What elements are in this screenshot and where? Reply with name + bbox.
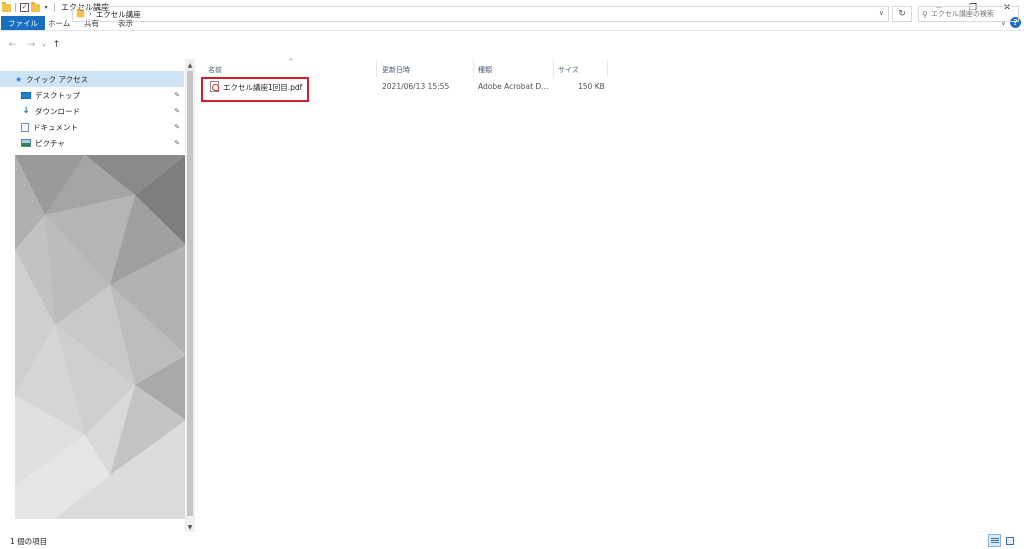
navigation-pane: ★ クイック アクセス デスクトップ ✎ ↓ ダウンロード ✎ ドキュメント ✎…	[0, 59, 195, 532]
navigation-pane-background-pattern	[15, 155, 186, 519]
scroll-up-icon[interactable]: ▲	[185, 60, 195, 70]
column-divider[interactable]	[376, 61, 377, 77]
address-bar[interactable]: › エクセル講座 ∨	[72, 6, 889, 22]
scroll-down-icon[interactable]: ▼	[185, 522, 195, 532]
breadcrumb-current[interactable]: エクセル講座	[96, 9, 141, 20]
scrollbar-thumb[interactable]	[187, 71, 193, 516]
column-header-type[interactable]: 種類	[478, 63, 492, 76]
item-count: 1 個の項目	[10, 537, 48, 546]
refresh-icon: ↻	[898, 9, 906, 19]
status-bar: 1 個の項目	[0, 532, 1024, 549]
pin-icon[interactable]: ✎	[174, 91, 180, 99]
breadcrumb-chevron-icon[interactable]: ›	[89, 10, 92, 18]
column-divider[interactable]	[553, 61, 554, 77]
refresh-button[interactable]: ↻	[892, 6, 912, 22]
search-box[interactable]: ⚲	[918, 6, 1019, 22]
search-input[interactable]	[930, 10, 1017, 18]
pin-icon[interactable]: ✎	[174, 107, 180, 115]
quick-access-toolbar: ✓ ▾	[0, 0, 57, 15]
recent-locations-icon[interactable]: ∨	[40, 35, 48, 55]
sidebar-item-label: デスクトップ	[35, 90, 80, 100]
sidebar-item-label: ピクチャ	[35, 138, 65, 148]
sidebar-item-desktop[interactable]: デスクトップ ✎	[0, 87, 184, 103]
forward-icon[interactable]: →	[25, 35, 38, 55]
properties-icon[interactable]: ✓	[20, 3, 29, 12]
column-header-modified[interactable]: 更新日時	[382, 63, 410, 76]
file-list: ^ 名前 更新日時 種類 サイズ エクセル講座1回目.pdf 2021/06/1…	[196, 58, 1024, 532]
sidebar-item-label: ダウンロード	[35, 106, 80, 116]
details-view-icon-line	[990, 542, 999, 543]
back-icon[interactable]: ←	[6, 35, 19, 55]
sidebar-item-documents[interactable]: ドキュメント ✎	[0, 119, 184, 135]
download-icon: ↓	[22, 106, 30, 116]
view-switcher	[988, 534, 1016, 547]
tab-file[interactable]: ファイル	[1, 16, 45, 30]
column-divider[interactable]	[473, 61, 474, 77]
details-view-icon-line	[990, 540, 999, 541]
nav-list: ★ クイック アクセス デスクトップ ✎ ↓ ダウンロード ✎ ドキュメント ✎…	[0, 71, 184, 151]
document-icon	[21, 122, 29, 132]
folder-icon	[76, 8, 85, 18]
toolbar-divider	[54, 3, 55, 12]
details-view-icon	[990, 538, 999, 539]
folder-icon	[2, 1, 11, 12]
sidebar-item-pictures[interactable]: ピクチャ ✎	[0, 135, 184, 151]
toolbar-divider	[15, 3, 16, 12]
navigation-row: ← → ∨ ↑	[0, 31, 1024, 59]
column-divider[interactable]	[607, 61, 608, 77]
pin-icon[interactable]: ✎	[174, 139, 180, 147]
up-icon[interactable]: ↑	[50, 35, 63, 55]
address-dropdown-icon[interactable]: ∨	[879, 9, 884, 17]
file-size: 150 KB	[578, 82, 605, 91]
sidebar-item-quick-access[interactable]: ★ クイック アクセス	[0, 71, 184, 87]
pin-icon[interactable]: ✎	[174, 123, 180, 131]
large-icons-view-button[interactable]	[1003, 534, 1016, 547]
sort-ascending-icon: ^	[288, 58, 294, 66]
sidebar-item-downloads[interactable]: ↓ ダウンロード ✎	[0, 103, 184, 119]
search-icon: ⚲	[922, 9, 928, 19]
new-folder-icon[interactable]	[31, 1, 40, 12]
column-header-size[interactable]: サイズ	[558, 63, 579, 76]
highlight-annotation	[201, 77, 309, 102]
star-icon: ★	[15, 74, 23, 84]
desktop-icon	[21, 91, 31, 99]
picture-icon	[21, 139, 31, 147]
details-view-button[interactable]	[988, 534, 1001, 547]
sidebar-item-label: クイック アクセス	[26, 74, 89, 84]
sidebar-item-label: ドキュメント	[33, 122, 78, 132]
file-modified: 2021/06/13 15:55	[382, 82, 450, 91]
customize-toolbar-icon[interactable]: ▾	[42, 4, 50, 11]
large-icons-view-icon	[1005, 536, 1014, 545]
navigation-scrollbar[interactable]: ▲ ▼	[185, 59, 195, 532]
file-type: Adobe Acrobat D...	[478, 82, 549, 91]
column-header-name[interactable]: 名前	[208, 63, 222, 76]
